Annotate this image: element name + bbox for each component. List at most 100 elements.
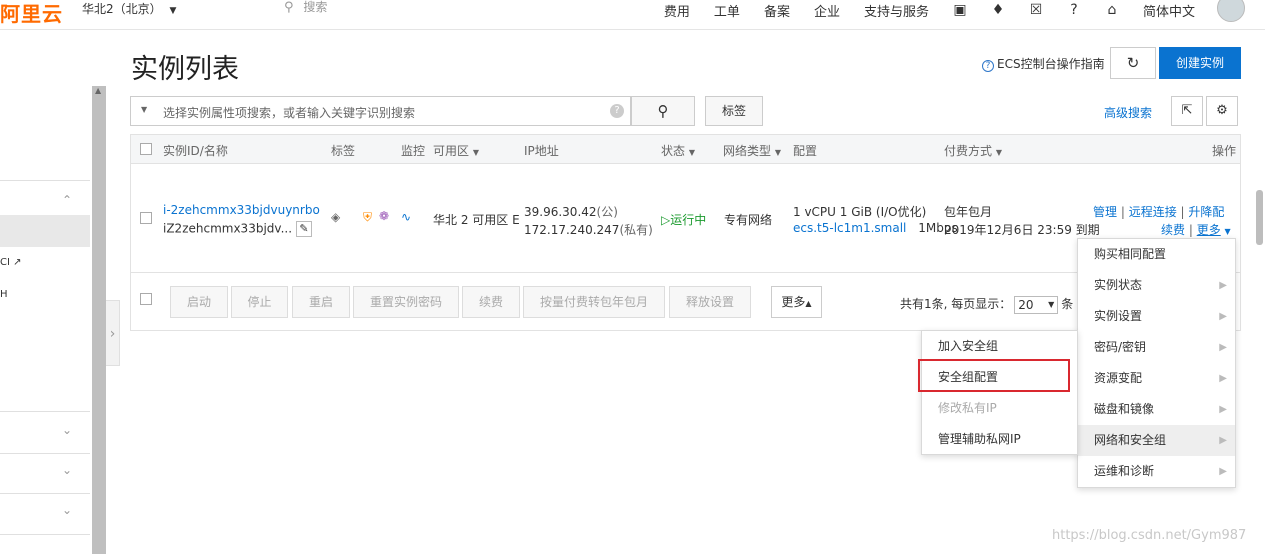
chevron-right-icon: ▶ bbox=[1219, 435, 1227, 446]
aliyun-logo[interactable]: 阿里云 bbox=[0, 0, 63, 27]
config-line2: ecs.t5-lc1m1.small 1Mbps bbox=[793, 221, 958, 235]
more-link[interactable]: 更多 ▼ bbox=[1197, 223, 1231, 237]
submenu-join-security-group[interactable]: 加入安全组 bbox=[922, 331, 1077, 362]
convert-billing-button[interactable]: 按量付费转包年包月 bbox=[523, 286, 665, 318]
caret-down-icon: ▼ bbox=[688, 148, 695, 157]
chevron-right-icon: ▶ bbox=[1219, 466, 1227, 477]
zone-cell: 华北 2 可用区 E bbox=[433, 213, 520, 227]
menu-item-ops-diagnosis[interactable]: 运维和诊断 ▶ bbox=[1078, 456, 1235, 487]
scroll-up-icon[interactable]: ▲ bbox=[95, 86, 101, 95]
tag-filter-button[interactable]: 标签 bbox=[705, 96, 763, 126]
restart-button[interactable]: 重启 bbox=[292, 286, 350, 318]
sidebar-item-selected[interactable] bbox=[0, 215, 90, 247]
table-header: 实例ID/名称 标签 监控 可用区 ▼ IP地址 状态 ▼ 网络类型 ▼ 配置 … bbox=[131, 135, 1240, 164]
cart-icon[interactable]: ☒ bbox=[1017, 2, 1055, 18]
header-network[interactable]: 网络类型 ▼ bbox=[723, 142, 781, 159]
monitor-chart-icon[interactable]: ∿ bbox=[401, 210, 411, 224]
nav-billing[interactable]: 费用 bbox=[652, 1, 702, 20]
nav-enterprise[interactable]: 企业 bbox=[802, 1, 852, 20]
sidebar-divider bbox=[0, 180, 90, 181]
sidebar-divider bbox=[0, 493, 90, 494]
sidebar: ⌃ CI ↗ H ⌄ ⌄ ⌄ ▲ bbox=[0, 31, 106, 554]
start-button[interactable]: 启动 bbox=[170, 286, 228, 318]
security-shield-icon[interactable]: ⛨ bbox=[363, 210, 372, 225]
chevron-right-icon: ▶ bbox=[1219, 280, 1227, 291]
menu-item-buy-same[interactable]: 购买相同配置 bbox=[1078, 239, 1235, 270]
menu-item-network-security[interactable]: 网络和安全组 ▶ bbox=[1078, 425, 1235, 456]
chevron-down-icon[interactable]: ⌄ bbox=[62, 503, 72, 517]
advanced-search-link[interactable]: 高级搜索 bbox=[1104, 104, 1152, 121]
search-icon: ⚲ bbox=[284, 0, 294, 15]
action-links: 管理 | 远程连接 | 升降配 bbox=[1093, 203, 1224, 220]
sidebar-item-stub-2[interactable]: H bbox=[0, 289, 8, 300]
page-scrollbar-thumb[interactable] bbox=[1256, 190, 1263, 245]
billing-type: 包年包月 bbox=[944, 205, 993, 219]
menu-item-resource-change[interactable]: 资源变配 ▶ bbox=[1078, 363, 1235, 394]
terminal-icon[interactable]: ▣ bbox=[941, 2, 979, 18]
renew-link[interactable]: 续费 bbox=[1161, 223, 1185, 237]
menu-item-password-key[interactable]: 密码/密钥 ▶ bbox=[1078, 332, 1235, 363]
menu-item-instance-status[interactable]: 实例状态 ▶ bbox=[1078, 270, 1235, 301]
header-monitor: 监控 bbox=[401, 144, 426, 158]
help-icon[interactable]: ? bbox=[610, 104, 624, 118]
row-checkbox[interactable] bbox=[140, 212, 152, 224]
reset-password-button[interactable]: 重置实例密码 bbox=[353, 286, 459, 318]
sidebar-item-stub[interactable]: CI ↗ bbox=[0, 257, 22, 268]
top-nav: 费用 工单 备案 企业 支持与服务 ▣ ♦ ☒ ? ⌂ 简体中文 bbox=[652, 0, 1245, 22]
sidebar-scrollbar[interactable] bbox=[92, 86, 106, 554]
status-badge: ▷运行中 bbox=[661, 211, 706, 228]
submenu-manage-secondary-ip[interactable]: 管理辅助私网IP bbox=[922, 424, 1077, 455]
caret-down-icon: ▼ bbox=[1048, 299, 1055, 309]
resize-link[interactable]: 升降配 bbox=[1188, 205, 1224, 219]
nav-icp[interactable]: 备案 bbox=[752, 1, 802, 20]
help-icon[interactable]: ? bbox=[1055, 2, 1093, 18]
language-selector[interactable]: 简体中文 bbox=[1131, 1, 1207, 20]
header-status[interactable]: 状态 ▼ bbox=[661, 142, 695, 159]
sidebar-collapse-handle[interactable]: › bbox=[106, 300, 120, 366]
pagination: 共有1条, 每页显示： 20 ▼ 条 bbox=[900, 295, 1073, 314]
chevron-up-icon[interactable]: ⌃ bbox=[62, 193, 72, 207]
settings-button[interactable]: ⚙ bbox=[1206, 96, 1238, 126]
avatar[interactable] bbox=[1217, 0, 1245, 22]
table-row: i-2zehcmmx33bjdvuynrbo iZ2zehcmmx33bjdv.… bbox=[131, 165, 1240, 273]
create-instance-button[interactable]: 创建实例 bbox=[1159, 47, 1241, 79]
chevron-down-icon[interactable]: ⌄ bbox=[62, 463, 72, 477]
separator: | bbox=[1120, 205, 1129, 219]
menu-item-disk-image[interactable]: 磁盘和镜像 ▶ bbox=[1078, 394, 1235, 425]
header-ip: IP地址 bbox=[524, 144, 559, 158]
top-search[interactable]: ⚲ 搜索 bbox=[284, 0, 327, 15]
select-all-checkbox-bottom[interactable] bbox=[140, 293, 152, 305]
page-size-select[interactable]: 20 ▼ bbox=[1014, 295, 1059, 314]
nav-ticket[interactable]: 工单 bbox=[702, 1, 752, 20]
bulk-more-button[interactable]: 更多▲ bbox=[771, 286, 822, 318]
region-selector[interactable]: 华北2（北京） ▼ bbox=[82, 0, 176, 17]
refresh-button[interactable]: ↻ bbox=[1110, 47, 1156, 79]
instance-type-link[interactable]: ecs.t5-lc1m1.small bbox=[793, 221, 906, 235]
nav-support[interactable]: 支持与服务 bbox=[852, 1, 941, 20]
cloud-monitor-icon[interactable]: ❁ bbox=[379, 209, 389, 223]
export-button[interactable]: ⇱ bbox=[1171, 96, 1203, 126]
ecs-guide-link[interactable]: ? ECS控制台操作指南 bbox=[982, 55, 1105, 72]
manage-link[interactable]: 管理 bbox=[1093, 205, 1117, 219]
instance-id-link[interactable]: i-2zehcmmx33bjdvuynrbo bbox=[163, 203, 320, 217]
home-icon[interactable]: ⌂ bbox=[1093, 2, 1131, 18]
select-all-checkbox[interactable] bbox=[140, 143, 152, 155]
stop-button[interactable]: 停止 bbox=[231, 286, 288, 318]
chevron-down-icon[interactable]: ⌄ bbox=[62, 423, 72, 437]
instance-table: 实例ID/名称 标签 监控 可用区 ▼ IP地址 状态 ▼ 网络类型 ▼ 配置 … bbox=[130, 134, 1241, 331]
tag-icon[interactable]: ◈ bbox=[331, 210, 340, 224]
renew-button[interactable]: 续费 bbox=[462, 286, 520, 318]
header-id: 实例ID/名称 bbox=[163, 144, 228, 158]
play-circle-icon: ▷ bbox=[661, 213, 671, 227]
search-button[interactable]: ⚲ bbox=[631, 96, 695, 126]
remote-connect-link[interactable]: 远程连接 bbox=[1129, 205, 1177, 219]
edit-icon[interactable]: ✎ bbox=[296, 221, 313, 237]
sidebar-divider bbox=[0, 453, 90, 454]
release-settings-button[interactable]: 释放设置 bbox=[669, 286, 751, 318]
header-zone[interactable]: 可用区 ▼ bbox=[433, 142, 479, 159]
menu-item-instance-settings[interactable]: 实例设置 ▶ bbox=[1078, 301, 1235, 332]
bell-icon[interactable]: ♦ bbox=[979, 2, 1017, 18]
caret-down-icon[interactable]: ▼ bbox=[141, 105, 147, 114]
header-billing[interactable]: 付费方式 ▼ bbox=[944, 142, 1002, 159]
filter-input[interactable]: ▼ 选择实例属性项搜索，或者输入关键字识别搜索 ? bbox=[130, 96, 631, 126]
